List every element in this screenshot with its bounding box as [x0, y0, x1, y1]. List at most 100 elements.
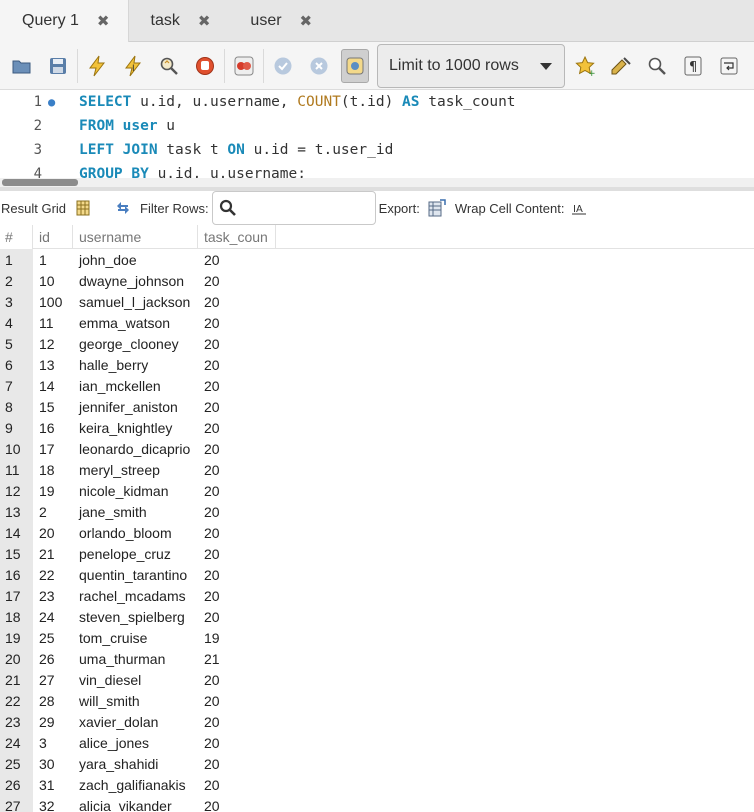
row-number-cell[interactable]: 6	[0, 354, 33, 375]
table-row[interactable]: 19 25 tom_cruise 19	[0, 627, 754, 648]
username-cell[interactable]: ian_mckellen	[73, 375, 198, 396]
row-number-cell[interactable]: 14	[0, 522, 33, 543]
row-number-cell[interactable]: 17	[0, 585, 33, 606]
username-cell[interactable]: steven_spielberg	[73, 606, 198, 627]
table-row[interactable]: 12 19 nicole_kidman 20	[0, 480, 754, 501]
column-header-username[interactable]: username	[73, 225, 198, 249]
table-row[interactable]: 13 2 jane_smith 20	[0, 501, 754, 522]
table-row[interactable]: 24 3 alice_jones 20	[0, 732, 754, 753]
id-cell[interactable]: 1	[33, 249, 73, 270]
row-number-cell[interactable]: 10	[0, 438, 33, 459]
username-cell[interactable]: uma_thurman	[73, 648, 198, 669]
column-header-row-number[interactable]: #	[0, 225, 33, 249]
task-count-cell[interactable]: 20	[198, 774, 276, 795]
id-cell[interactable]: 31	[33, 774, 73, 795]
username-cell[interactable]: dwayne_johnson	[73, 270, 198, 291]
id-cell[interactable]: 20	[33, 522, 73, 543]
id-cell[interactable]: 19	[33, 480, 73, 501]
username-cell[interactable]: john_doe	[73, 249, 198, 270]
id-cell[interactable]: 29	[33, 711, 73, 732]
editor-horizontal-scrollbar[interactable]	[0, 178, 754, 187]
task-count-cell[interactable]: 20	[198, 249, 276, 270]
row-number-cell[interactable]: 7	[0, 375, 33, 396]
execute-button[interactable]	[83, 49, 111, 83]
task-count-cell[interactable]: 20	[198, 795, 276, 812]
table-row[interactable]: 2 10 dwayne_johnson 20	[0, 270, 754, 291]
task-count-cell[interactable]: 20	[198, 459, 276, 480]
row-number-cell[interactable]: 24	[0, 732, 33, 753]
column-header-task-count[interactable]: task_coun	[198, 225, 276, 249]
explain-button[interactable]	[155, 49, 183, 83]
row-number-cell[interactable]: 9	[0, 417, 33, 438]
stop-button[interactable]	[191, 49, 219, 83]
table-row[interactable]: 4 11 emma_watson 20	[0, 312, 754, 333]
task-count-cell[interactable]: 20	[198, 543, 276, 564]
table-row[interactable]: 22 28 will_smith 20	[0, 690, 754, 711]
id-cell[interactable]: 14	[33, 375, 73, 396]
username-cell[interactable]: yara_shahidi	[73, 753, 198, 774]
tab-task[interactable]: task ✖	[129, 0, 229, 42]
id-cell[interactable]: 13	[33, 354, 73, 375]
close-icon[interactable]: ✖	[198, 12, 211, 30]
username-cell[interactable]: meryl_streep	[73, 459, 198, 480]
table-row[interactable]: 23 29 xavier_dolan 20	[0, 711, 754, 732]
task-count-cell[interactable]: 20	[198, 480, 276, 501]
row-number-cell[interactable]: 12	[0, 480, 33, 501]
beautify-button[interactable]	[607, 49, 635, 83]
table-row[interactable]: 16 22 quentin_tarantino 20	[0, 564, 754, 585]
open-folder-button[interactable]	[8, 49, 36, 83]
id-cell[interactable]: 22	[33, 564, 73, 585]
toggle-error-button[interactable]	[230, 49, 258, 83]
id-cell[interactable]: 2	[33, 501, 73, 522]
commit-button[interactable]	[269, 49, 297, 83]
id-cell[interactable]: 28	[33, 690, 73, 711]
table-row[interactable]: 11 18 meryl_streep 20	[0, 459, 754, 480]
id-cell[interactable]: 32	[33, 795, 73, 812]
row-number-cell[interactable]: 2	[0, 270, 33, 291]
username-cell[interactable]: halle_berry	[73, 354, 198, 375]
task-count-cell[interactable]: 20	[198, 732, 276, 753]
row-number-cell[interactable]: 13	[0, 501, 33, 522]
table-row[interactable]: 26 31 zach_galifianakis 20	[0, 774, 754, 795]
row-number-cell[interactable]: 26	[0, 774, 33, 795]
id-cell[interactable]: 26	[33, 648, 73, 669]
id-cell[interactable]: 10	[33, 270, 73, 291]
task-count-cell[interactable]: 20	[198, 585, 276, 606]
row-number-cell[interactable]: 27	[0, 795, 33, 812]
table-row[interactable]: 8 15 jennifer_aniston 20	[0, 396, 754, 417]
table-row[interactable]: 15 21 penelope_cruz 20	[0, 543, 754, 564]
sql-editor[interactable]: 1 ● SELECT u.id, u.username, COUNT(t.id)…	[0, 90, 754, 185]
username-cell[interactable]: jennifer_aniston	[73, 396, 198, 417]
wrap-cell-content-toggle[interactable]: IA	[572, 201, 587, 215]
id-cell[interactable]: 16	[33, 417, 73, 438]
autocommit-toggle[interactable]	[341, 48, 369, 83]
username-cell[interactable]: nicole_kidman	[73, 480, 198, 501]
username-cell[interactable]: emma_watson	[73, 312, 198, 333]
task-count-cell[interactable]: 20	[198, 501, 276, 522]
task-count-cell[interactable]: 20	[198, 396, 276, 417]
task-count-cell[interactable]: 20	[198, 606, 276, 627]
filter-rows-input[interactable]	[211, 191, 376, 225]
add-snippet-button[interactable]: +	[571, 49, 599, 83]
row-number-cell[interactable]: 8	[0, 396, 33, 417]
task-count-cell[interactable]: 20	[198, 354, 276, 375]
username-cell[interactable]: zach_galifianakis	[73, 774, 198, 795]
table-row[interactable]: 14 20 orlando_bloom 20	[0, 522, 754, 543]
id-cell[interactable]: 27	[33, 669, 73, 690]
row-number-cell[interactable]: 21	[0, 669, 33, 690]
id-cell[interactable]: 17	[33, 438, 73, 459]
grid-view-button[interactable]	[76, 200, 92, 216]
id-cell[interactable]: 3	[33, 732, 73, 753]
task-count-cell[interactable]: 20	[198, 669, 276, 690]
scrollbar-thumb[interactable]	[2, 179, 78, 186]
tab-user[interactable]: user ✖	[228, 0, 330, 42]
row-number-cell[interactable]: 25	[0, 753, 33, 774]
execute-current-button[interactable]: I	[119, 49, 147, 83]
close-icon[interactable]: ✖	[97, 12, 110, 30]
username-cell[interactable]: jane_smith	[73, 501, 198, 522]
row-number-cell[interactable]: 22	[0, 690, 33, 711]
id-cell[interactable]: 15	[33, 396, 73, 417]
row-number-cell[interactable]: 19	[0, 627, 33, 648]
save-button[interactable]	[44, 49, 72, 83]
username-cell[interactable]: samuel_l_jackson	[73, 291, 198, 312]
